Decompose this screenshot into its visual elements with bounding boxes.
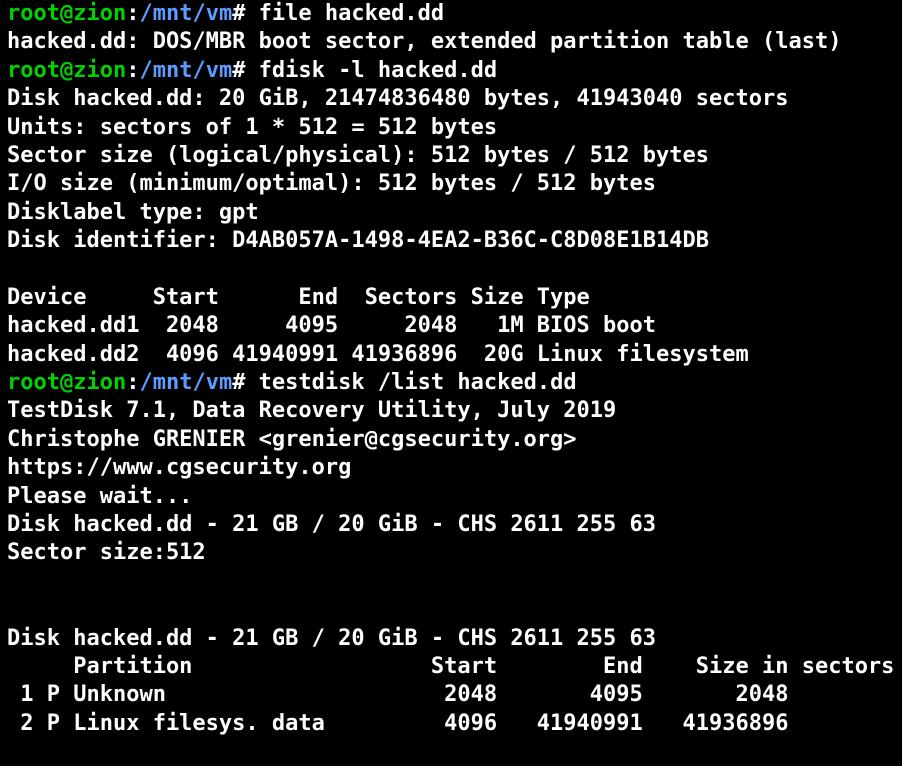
output-line: hacked.dd: DOS/MBR boot sector, extended…: [7, 29, 842, 55]
output-line: TestDisk 7.1, Data Recovery Utility, Jul…: [7, 398, 617, 424]
prompt-symbol: #: [232, 1, 246, 26]
command-text: fdisk -l hacked.dd: [245, 57, 498, 83]
output-line: https://www.cgsecurity.org: [7, 455, 352, 481]
prompt-separator: :: [126, 1, 140, 26]
output-line: 1 P Unknown 2048 4095 2048: [7, 682, 789, 708]
prompt-path: /mnt/vm: [139, 370, 233, 396]
command-line: root@zion:/mnt/vm# file hacked.dd: [7, 0, 902, 28]
output-line: Disk identifier: D4AB057A-1498-4EA2-B36C…: [7, 228, 709, 254]
output-line: hacked.dd1 2048 4095 2048 1M BIOS boot: [7, 313, 657, 339]
output-line: Disk hacked.dd - 21 GB / 20 GiB - CHS 26…: [7, 625, 657, 651]
prompt-separator: :: [126, 370, 140, 396]
output-line: Christophe GRENIER <grenier@cgsecurity.o…: [7, 426, 577, 452]
command-text: file hacked.dd: [245, 1, 445, 26]
prompt-separator: :: [126, 57, 140, 83]
output-line: Units: sectors of 1 * 512 = 512 bytes: [7, 114, 498, 140]
terminal-window[interactable]: root@zion:/mnt/vm# file hacked.dd hacked.…: [0, 0, 902, 766]
command-line: root@zion:/mnt/vm# testdisk /list hacked…: [7, 369, 902, 397]
output-line: I/O size (minimum/optimal): 512 bytes / …: [7, 171, 657, 197]
prompt-user-host: root@zion: [7, 57, 127, 83]
output-line: Partition Start End Size in sectors: [7, 653, 895, 679]
output-line: Device Start End Sectors Size Type: [7, 284, 590, 310]
command-text: testdisk /list hacked.dd: [245, 370, 577, 396]
output-line: 2 P Linux filesys. data 4096 41940991 41…: [7, 710, 789, 736]
prompt-symbol: #: [232, 57, 246, 83]
output-line: Disk hacked.dd - 21 GB / 20 GiB - CHS 26…: [7, 512, 657, 538]
prompt-path: /mnt/vm: [139, 1, 233, 26]
command-line: root@zion:/mnt/vm# fdisk -l hacked.dd: [7, 57, 902, 85]
output-line: hacked.dd2 4096 41940991 41936896 20G Li…: [7, 341, 749, 367]
output-line: Disklabel type: gpt: [7, 199, 259, 225]
output-line: Disk hacked.dd: 20 GiB, 21474836480 byte…: [7, 86, 789, 112]
prompt-user-host: root@zion: [7, 1, 127, 26]
output-line: Sector size (logical/physical): 512 byte…: [7, 142, 709, 168]
prompt-symbol: #: [232, 370, 246, 396]
prompt-path: /mnt/vm: [139, 57, 233, 83]
prompt-user-host: root@zion: [7, 370, 127, 396]
output-line: Please wait...: [7, 483, 193, 509]
output-line: Sector size:512: [7, 540, 206, 566]
